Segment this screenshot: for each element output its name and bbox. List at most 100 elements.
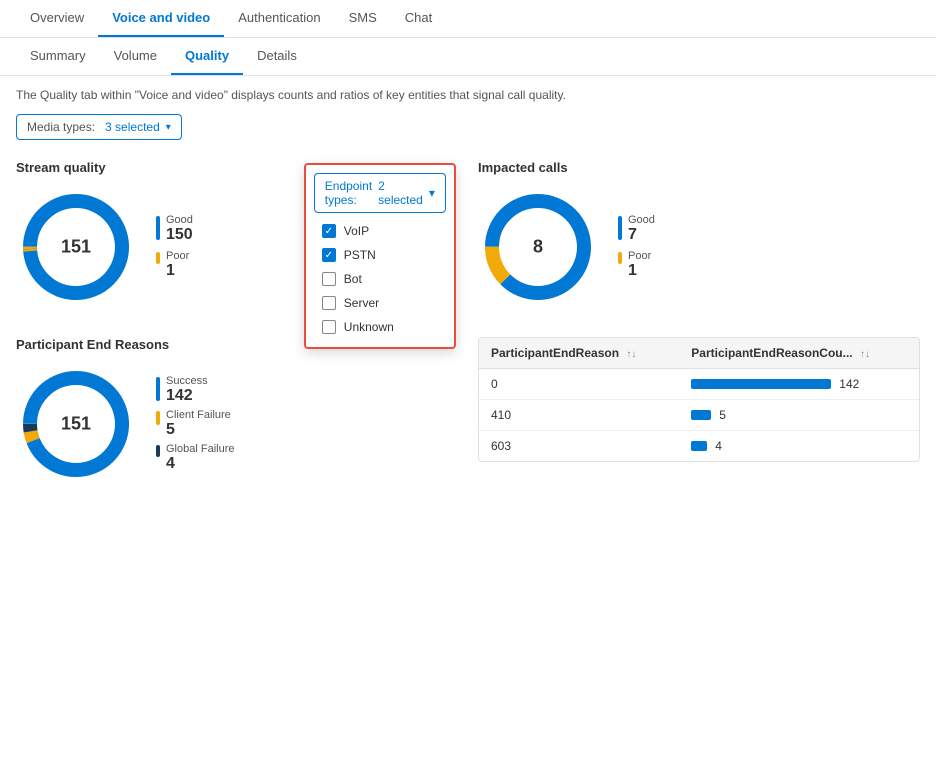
- client-failure-text: Client Failure 5: [166, 409, 231, 439]
- success-text: Success 142: [166, 375, 208, 405]
- option-voip[interactable]: ✓ VoIP: [306, 219, 454, 243]
- client-failure-legend: Client Failure 5: [156, 409, 234, 439]
- unknown-checkbox[interactable]: [322, 320, 336, 334]
- participant-legend: Success 142 Client Failure 5: [156, 375, 234, 473]
- impacted-good-label: Good: [628, 214, 655, 226]
- nav-voice-and-video[interactable]: Voice and video: [98, 0, 224, 37]
- nav-chat[interactable]: Chat: [391, 0, 446, 37]
- success-legend: Success 142: [156, 375, 234, 405]
- impacted-poor-count: 1: [628, 262, 651, 280]
- count-bar: [691, 410, 711, 420]
- impacted-poor-text: Poor 1: [628, 250, 651, 280]
- tab-details[interactable]: Details: [243, 38, 311, 75]
- nav-authentication[interactable]: Authentication: [224, 0, 334, 37]
- col-reason-header[interactable]: ParticipantEndReason ↑↓: [479, 338, 679, 369]
- option-server[interactable]: Server: [306, 291, 454, 315]
- poor-bar-indicator: [156, 252, 160, 264]
- col1-sort-icon[interactable]: ↑↓: [626, 349, 636, 360]
- poor-legend-text: Poor 1: [166, 250, 189, 280]
- count-value: 142: [839, 377, 859, 391]
- tab-volume[interactable]: Volume: [100, 38, 171, 75]
- participant-reasons-section: Participant End Reasons: [16, 337, 458, 484]
- good-legend-text: Good 150: [166, 214, 193, 244]
- count-value: 4: [715, 439, 722, 453]
- global-failure-label: Global Failure: [166, 443, 234, 455]
- client-failure-bar: [156, 411, 160, 425]
- success-bar: [156, 377, 160, 401]
- global-failure-count: 4: [166, 455, 234, 473]
- endpoint-types-label: Endpoint types:: [325, 179, 372, 207]
- bot-label: Bot: [344, 272, 362, 286]
- endpoint-types-value: 2 selected: [378, 179, 423, 207]
- nav-sms[interactable]: SMS: [335, 0, 391, 37]
- charts-row: Stream quality: [16, 160, 920, 307]
- stream-good-legend: Good 150: [156, 214, 193, 244]
- check-icon: ✓: [325, 226, 333, 237]
- stream-quality-legend: Good 150 Poor 1: [156, 214, 193, 280]
- impacted-calls-donut: 8: [478, 187, 598, 307]
- count-cell: 5: [679, 400, 919, 431]
- option-unknown[interactable]: Unknown: [306, 315, 454, 339]
- impacted-good-legend: Good 7: [618, 214, 655, 244]
- good-bar-indicator: [156, 216, 160, 240]
- stream-quality-total: 151: [61, 237, 91, 258]
- option-pstn[interactable]: ✓ PSTN: [306, 243, 454, 267]
- bar-cell: 5: [691, 408, 907, 422]
- col2-label: ParticipantEndReasonCou...: [691, 346, 852, 360]
- voip-label: VoIP: [344, 224, 369, 238]
- success-count: 142: [166, 387, 208, 405]
- participant-donut: 151: [16, 364, 136, 484]
- impacted-calls-chart: 8 Good 7 Poor 1: [478, 187, 920, 307]
- impacted-calls-legend: Good 7 Poor 1: [618, 214, 655, 280]
- media-types-chevron-icon: ▾: [166, 122, 171, 133]
- global-failure-bar: [156, 445, 160, 457]
- participant-total: 151: [61, 414, 91, 435]
- participant-table-container: ParticipantEndReason ↑↓ ParticipantEndRe…: [478, 337, 920, 462]
- endpoint-types-chevron-icon: ▾: [429, 186, 435, 200]
- impacted-poor-label: Poor: [628, 250, 651, 262]
- option-bot[interactable]: Bot: [306, 267, 454, 291]
- server-checkbox[interactable]: [322, 296, 336, 310]
- poor-count: 1: [166, 262, 189, 280]
- pstn-checkbox[interactable]: ✓: [322, 248, 336, 262]
- global-failure-text: Global Failure 4: [166, 443, 234, 473]
- count-cell: 4: [679, 431, 919, 462]
- table-row: 410 5: [479, 400, 919, 431]
- page-description: The Quality tab within "Voice and video"…: [16, 88, 920, 102]
- success-label: Success: [166, 375, 208, 387]
- col2-sort-icon[interactable]: ↑↓: [860, 349, 870, 360]
- voip-checkbox[interactable]: ✓: [322, 224, 336, 238]
- client-failure-count: 5: [166, 421, 231, 439]
- impacted-good-count: 7: [628, 226, 655, 244]
- tab-summary[interactable]: Summary: [16, 38, 100, 75]
- participant-table-section: ParticipantEndReason ↑↓ ParticipantEndRe…: [478, 337, 920, 484]
- stream-quality-donut: 151: [16, 187, 136, 307]
- filters-bar: Media types: 3 selected ▾ Endpoint types…: [16, 114, 920, 140]
- top-nav: Overview Voice and video Authentication …: [0, 0, 936, 38]
- bot-checkbox[interactable]: [322, 272, 336, 286]
- count-value: 5: [719, 408, 726, 422]
- impacted-calls-total: 8: [533, 237, 543, 258]
- reason-cell: 0: [479, 369, 679, 400]
- endpoint-types-filter-header[interactable]: Endpoint types: 2 selected ▾: [314, 173, 446, 213]
- media-types-filter[interactable]: Media types: 3 selected ▾: [16, 114, 182, 140]
- media-types-label: Media types:: [27, 120, 95, 134]
- impacted-good-text: Good 7: [628, 214, 655, 244]
- count-bar: [691, 441, 707, 451]
- bar-cell: 4: [691, 439, 907, 453]
- reason-cell: 410: [479, 400, 679, 431]
- count-bar: [691, 379, 831, 389]
- participant-chart: 151 Success 142 Client Failure: [16, 364, 458, 484]
- main-content: The Quality tab within "Voice and video"…: [0, 76, 936, 496]
- poor-label: Poor: [166, 250, 189, 262]
- impacted-poor-bar: [618, 252, 622, 264]
- stream-poor-legend: Poor 1: [156, 250, 193, 280]
- impacted-calls-title: Impacted calls: [478, 160, 920, 175]
- col-count-header[interactable]: ParticipantEndReasonCou... ↑↓: [679, 338, 919, 369]
- global-failure-legend: Global Failure 4: [156, 443, 234, 473]
- nav-overview[interactable]: Overview: [16, 0, 98, 37]
- media-types-value: 3 selected: [105, 120, 160, 134]
- impacted-good-bar: [618, 216, 622, 240]
- count-cell: 142: [679, 369, 919, 400]
- tab-quality[interactable]: Quality: [171, 38, 243, 75]
